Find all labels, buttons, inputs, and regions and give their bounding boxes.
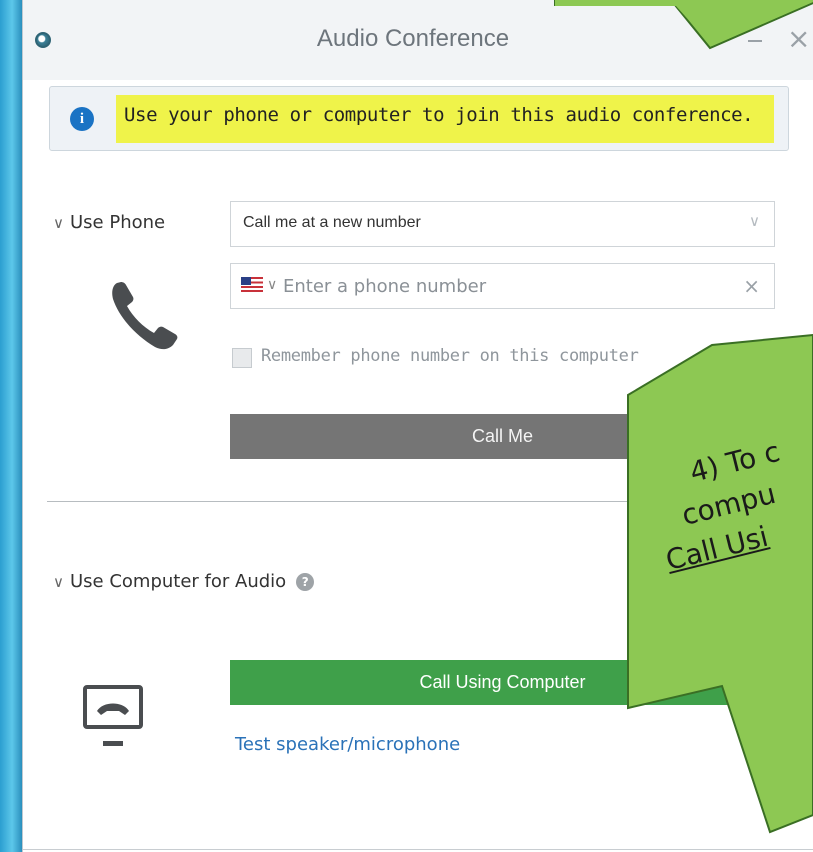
phone-number-placeholder: Enter a phone number <box>283 276 487 297</box>
us-flag-icon[interactable] <box>241 277 263 292</box>
country-chevron-icon[interactable]: ∨ <box>267 277 277 293</box>
call-using-computer-button[interactable]: Call Using Computer <box>230 660 775 705</box>
desktop-background <box>0 0 22 852</box>
info-banner: i Use your phone or computer to join thi… <box>49 86 789 151</box>
phone-handset-icon <box>112 282 178 350</box>
app-logo-icon <box>35 32 51 48</box>
info-text: Use your phone or computer to join this … <box>124 104 754 126</box>
use-computer-label: Use Computer for Audio <box>69 571 287 592</box>
computer-call-icon <box>83 685 143 746</box>
audio-conference-dialog: Audio Conference × i Use your phone or c… <box>22 0 813 852</box>
close-button[interactable]: × <box>787 22 810 55</box>
use-phone-toggle[interactable]: ∨ Use Phone <box>53 212 165 233</box>
remember-number-checkbox[interactable] <box>232 348 252 368</box>
minimize-button[interactable] <box>748 40 762 42</box>
clear-icon[interactable]: × <box>743 274 760 298</box>
window-title: Audio Conference <box>316 25 510 52</box>
call-option-value: Call me at a new number <box>243 214 421 231</box>
use-computer-toggle[interactable]: ∨ Use Computer for Audio? <box>53 571 315 592</box>
chevron-down-icon: ∨ <box>53 214 64 232</box>
call-me-button[interactable]: Call Me <box>230 414 775 459</box>
chevron-down-icon: ∨ <box>749 212 760 230</box>
bottom-border <box>23 849 813 850</box>
chevron-down-icon: ∨ <box>53 573 64 591</box>
title-bar: Audio Conference × <box>23 0 813 80</box>
call-option-select[interactable]: Call me at a new number ∨ <box>230 201 775 247</box>
use-phone-label: Use Phone <box>69 212 166 233</box>
phone-number-field[interactable]: ∨ Enter a phone number × <box>230 263 775 309</box>
help-icon[interactable]: ? <box>296 573 315 591</box>
test-speaker-link[interactable]: Test speaker/microphone <box>235 734 460 755</box>
info-icon: i <box>70 107 94 131</box>
section-divider <box>47 501 813 502</box>
remember-number-label: Remember phone number on this computer <box>261 346 639 366</box>
